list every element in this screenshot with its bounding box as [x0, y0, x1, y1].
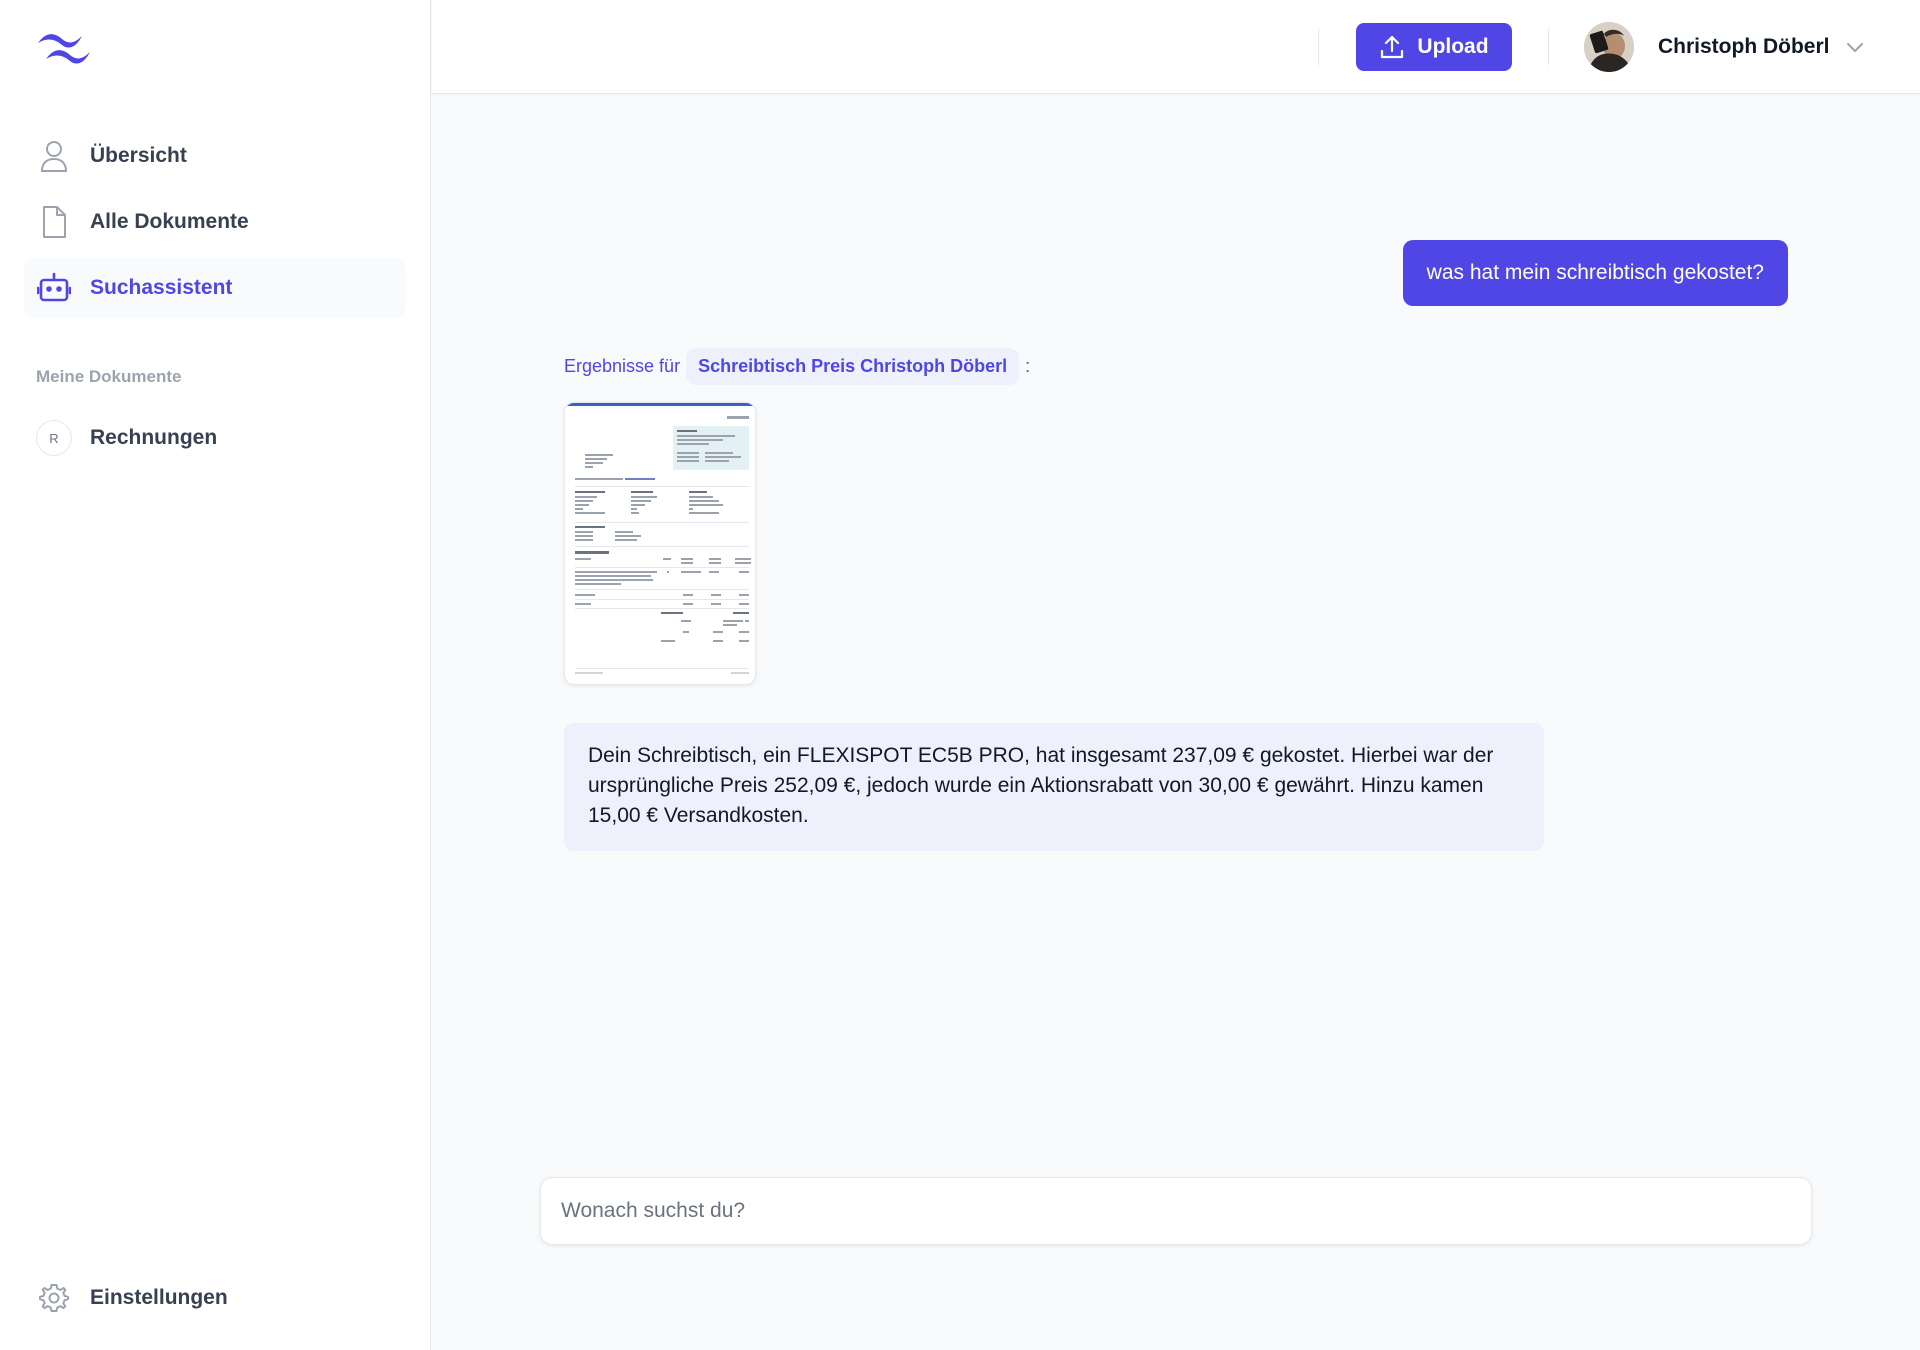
nav-item-label: Alle Dokumente [90, 210, 249, 233]
folder-label: Rechnungen [90, 426, 218, 449]
main-nav: Übersicht Alle Dokumente Suchassistent [24, 126, 406, 324]
top-header: Upload Christoph Döberl [432, 0, 1920, 94]
gear-icon [36, 1280, 72, 1316]
search-box [540, 1177, 1812, 1245]
settings-link[interactable]: Einstellungen [24, 1268, 406, 1328]
nav-item-suchassistent[interactable]: Suchassistent [24, 258, 406, 318]
results-header: Ergebnisse für Schreibtisch Preis Christ… [564, 348, 1030, 385]
nav-item-uebersicht[interactable]: Übersicht [24, 126, 406, 186]
logo-icon[interactable] [36, 28, 92, 68]
results-suffix: : [1025, 356, 1031, 376]
search-input[interactable] [541, 1178, 1811, 1244]
folder-item-rechnungen[interactable]: R Rechnungen [24, 408, 406, 468]
header-divider [1318, 29, 1319, 65]
settings-label: Einstellungen [90, 1286, 228, 1309]
document-icon [36, 204, 72, 240]
user-message-bubble: was hat mein schreibtisch gekostet? [1402, 240, 1788, 306]
nav-item-label: Übersicht [90, 144, 187, 167]
avatar [1584, 22, 1634, 72]
query-chip[interactable]: Schreibtisch Preis Christoph Döberl [686, 348, 1020, 385]
results-prefix: Ergebnisse für [564, 356, 681, 376]
document-thumbnail[interactable] [564, 402, 756, 685]
upload-label: Upload [1417, 35, 1489, 58]
invoice-preview-image [575, 416, 751, 674]
nav-item-label: Suchassistent [90, 276, 233, 299]
sidebar: Übersicht Alle Dokumente Suchassistent M… [0, 0, 431, 1350]
user-menu[interactable]: Christoph Döberl [1584, 22, 1864, 72]
user-icon [36, 138, 72, 174]
nav-item-alle-dokumente[interactable]: Alle Dokumente [24, 192, 406, 252]
upload-button[interactable]: Upload [1356, 23, 1512, 71]
robot-icon [36, 270, 72, 306]
chevron-down-icon [1846, 43, 1863, 52]
folder-badge: R [36, 420, 72, 456]
section-label-meine-dokumente: Meine Dokumente [36, 367, 182, 386]
user-name: Christoph Döberl [1658, 35, 1830, 58]
upload-icon [1381, 35, 1404, 59]
assistant-answer-bubble: Dein Schreibtisch, ein FLEXISPOT EC5B PR… [564, 723, 1544, 851]
header-divider [1548, 29, 1549, 65]
